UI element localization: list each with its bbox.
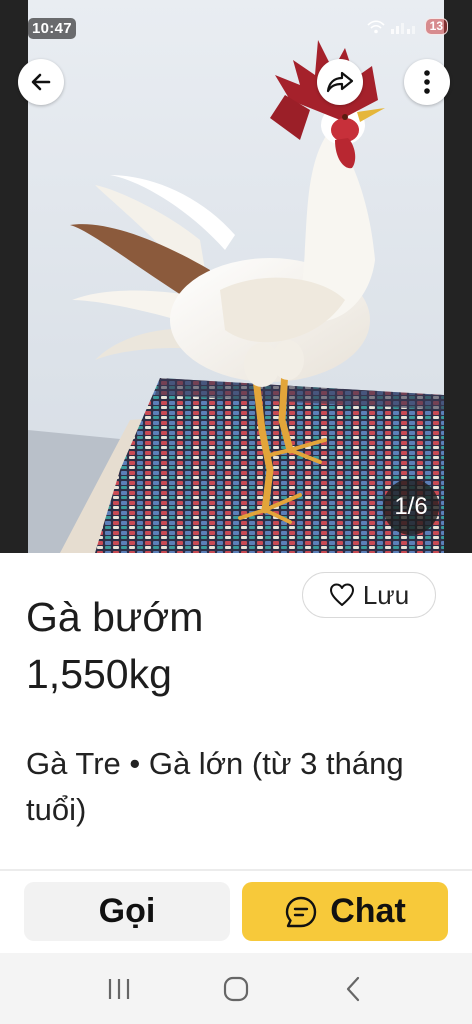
status-time: 10:47 xyxy=(28,18,76,39)
home-button[interactable] xyxy=(206,964,266,1014)
listing-photo-gallery[interactable]: 10:47 13 1/6 xyxy=(0,0,472,553)
wifi-icon xyxy=(367,19,385,33)
status-bar: 10:47 13 xyxy=(0,0,472,52)
recent-apps-button[interactable] xyxy=(89,964,149,1014)
call-label: Gọi xyxy=(98,892,156,930)
image-counter: 1/6 xyxy=(383,479,439,535)
arrow-left-icon xyxy=(31,73,51,91)
listing-details: Gà bướm 1,550kg Lưu Gà Tre • Gà lớn (từ … xyxy=(0,553,472,871)
more-options-button[interactable] xyxy=(404,59,450,105)
share-icon xyxy=(326,71,354,93)
chevron-left-icon xyxy=(347,976,360,1001)
signal-icon xyxy=(390,22,415,34)
heart-icon xyxy=(329,583,354,606)
home-icon xyxy=(223,976,249,1001)
recent-apps-icon xyxy=(108,978,129,999)
more-vertical-icon xyxy=(424,70,430,94)
listing-category: Gà Tre • Gà lớn (từ 3 tháng tuổi) xyxy=(26,746,404,827)
action-bar: Gọi Chat xyxy=(0,871,472,953)
back-nav-button[interactable] xyxy=(323,964,383,1014)
status-icons: 13 xyxy=(367,18,448,35)
chat-label: Chat xyxy=(330,892,406,930)
battery-indicator: 13 xyxy=(424,18,448,35)
back-button[interactable] xyxy=(18,59,64,105)
chat-button[interactable]: Chat xyxy=(242,882,448,941)
save-button[interactable]: Lưu xyxy=(302,572,436,618)
system-navigation-bar xyxy=(0,953,472,1024)
rooster-photo[interactable] xyxy=(0,0,472,553)
save-label: Lưu xyxy=(362,579,410,610)
share-button[interactable] xyxy=(317,59,363,105)
chat-bubble-icon xyxy=(286,896,317,927)
call-button[interactable]: Gọi xyxy=(24,882,230,941)
listing-title: Gà bướm 1,550kg xyxy=(26,594,204,698)
